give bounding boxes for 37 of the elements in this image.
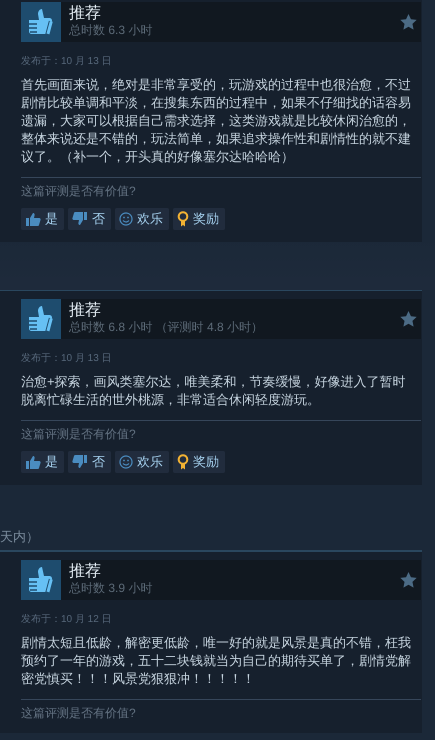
playtime-text: 总时数 3.9 小时 bbox=[69, 581, 152, 595]
posted-date: 发布于：10 月 12 日 bbox=[21, 613, 113, 627]
review-verdict: 推荐 bbox=[69, 5, 102, 23]
vote-button[interactable]: 欢乐 bbox=[115, 451, 169, 473]
star-icon bbox=[400, 311, 417, 327]
vote-button[interactable]: 奖励 bbox=[173, 451, 225, 473]
thumb-up-icon bbox=[25, 455, 41, 469]
thumb-down-icon bbox=[72, 455, 88, 469]
review-text: 首先画面来说，绝对是非常享受的，玩游戏的过程中也很治愈，不过剧情比较单调和平淡，在搜集东西的过程中，如果不仔细找的话容易遗漏，大家可以根据自己需求选择，这类游戏就是比较休闲治愈的，整体来说还是不错的，玩法简单，如果追求操作性和剧情性的就不建议了。（补一个，开头真的好像塞尔达哈哈哈） bbox=[21, 76, 412, 166]
smiley-icon bbox=[119, 455, 133, 469]
playtime-text: 总时数 6.8 小时 （评测时 4.8 小时） bbox=[69, 320, 264, 334]
review-text: 治愈+探索，画风类塞尔达，唯美柔和，节奏缓慢，好像进入了暂时脱离忙碌生活的世外桃源，非常适合休闲轻度游玩。 bbox=[21, 373, 407, 409]
review-verdict: 推荐 bbox=[69, 302, 102, 320]
vote-button[interactable]: 否 bbox=[68, 208, 111, 230]
vote-button[interactable]: 是 bbox=[21, 208, 64, 230]
star-icon bbox=[400, 572, 417, 588]
thumbs-up-icon bbox=[21, 560, 61, 600]
helpful-prompt: 这篇评测是否有价值? bbox=[21, 184, 137, 199]
vote-button[interactable]: 欢乐 bbox=[115, 208, 169, 230]
thumbs-up-icon bbox=[21, 299, 61, 339]
review-verdict: 推荐 bbox=[69, 563, 102, 581]
vote-button[interactable]: 否 bbox=[68, 451, 111, 473]
posted-date: 发布于：10 月 13 日 bbox=[21, 55, 113, 69]
vote-button[interactable]: 是 bbox=[21, 451, 64, 473]
helpful-prompt: 这篇评测是否有价值? bbox=[21, 706, 137, 721]
helpful-prompt: 这篇评测是否有价值? bbox=[21, 427, 137, 442]
thumbs-up-icon bbox=[21, 2, 61, 42]
thumb-up-icon bbox=[25, 212, 41, 226]
posted-date: 发布于：10 月 13 日 bbox=[21, 352, 113, 366]
award-icon bbox=[177, 211, 189, 227]
smiley-icon bbox=[119, 212, 133, 226]
award-icon bbox=[177, 454, 189, 470]
playtime-text: 总时数 6.3 小时 bbox=[69, 23, 152, 37]
vote-button[interactable]: 奖励 bbox=[173, 208, 225, 230]
review-text: 剧情太短且低龄，解密更低龄，唯一好的就是风景是真的不错，枉我预约了一年的游戏，五十二块钱就当为自己的期待买单了，剧情党解密党慎买！！！风景党狠狠冲！！！！！ bbox=[21, 634, 412, 688]
star-icon bbox=[400, 14, 417, 30]
thumb-down-icon bbox=[72, 212, 88, 226]
